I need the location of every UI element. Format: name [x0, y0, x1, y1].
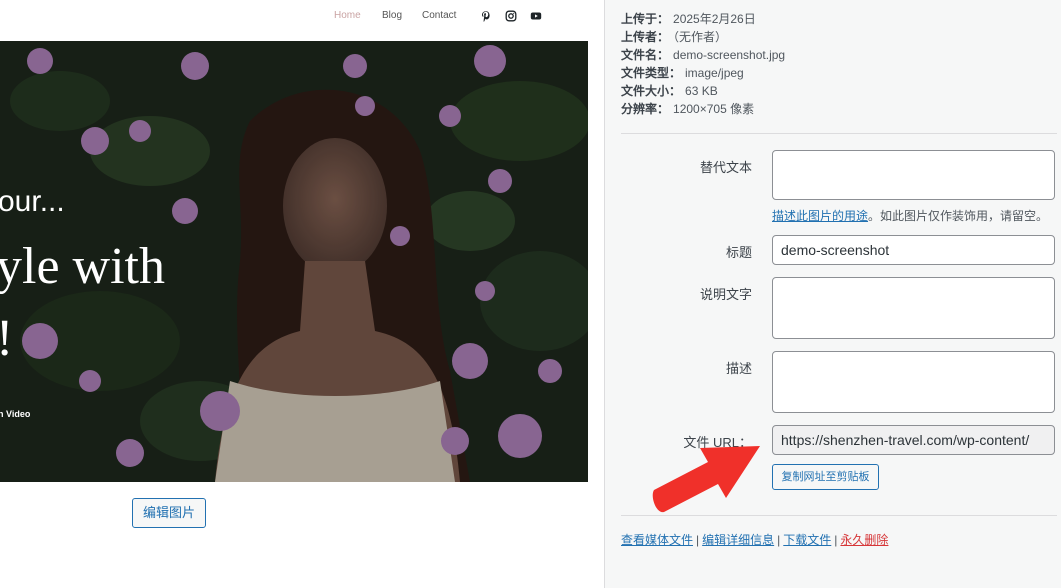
meta-file-size: 文件大小： 63 KB	[621, 82, 785, 100]
meta-dimensions-label: 分辨率：	[621, 102, 670, 116]
meta-file-name: 文件名： demo-screenshot.jpg	[621, 46, 785, 64]
edit-details-link[interactable]: 编辑详细信息	[702, 533, 774, 547]
meta-uploaded-by-value: （无作者）	[673, 30, 728, 44]
meta-file-type-value: image/jpeg	[685, 66, 744, 80]
image-preview-pane: Home Blog Contact our... yle with n Vide…	[0, 0, 604, 588]
meta-uploaded-by-label: 上传者：	[621, 30, 670, 44]
pinterest-icon[interactable]	[480, 10, 492, 22]
hero-video-link: n Video	[0, 409, 31, 419]
nav-link-contact[interactable]: Contact	[422, 10, 456, 21]
meta-uploaded-on-value: 2025年2月26日	[673, 12, 756, 26]
caption-label: 说明文字	[699, 287, 752, 302]
meta-file-name-label: 文件名：	[621, 48, 670, 62]
separator: |	[777, 533, 781, 547]
nav-link-blog[interactable]: Blog	[382, 10, 402, 21]
meta-file-size-label: 文件大小：	[621, 84, 682, 98]
meta-uploaded-by: 上传者： （无作者）	[621, 28, 785, 46]
title-label: 标题	[725, 245, 752, 260]
copy-url-button[interactable]: 复制网址至剪贴板	[772, 464, 879, 490]
annotation-arrow-icon	[652, 446, 760, 513]
meta-file-type-label: 文件类型：	[621, 66, 682, 80]
attachment-actions: 查看媒体文件 | 编辑详细信息 | 下载文件 | 永久删除	[621, 531, 888, 548]
meta-uploaded-on: 上传于： 2025年2月26日	[621, 10, 785, 28]
meta-uploaded-on-label: 上传于：	[621, 12, 670, 26]
description-input[interactable]	[772, 351, 1055, 413]
meta-dimensions-value: 1200×705 像素	[673, 102, 755, 116]
view-media-link[interactable]: 查看媒体文件	[621, 533, 693, 547]
delete-permanently-link[interactable]: 永久删除	[840, 533, 888, 547]
caption-input[interactable]	[772, 277, 1055, 339]
edit-image-button[interactable]: 编辑图片	[132, 498, 206, 528]
instagram-icon[interactable]	[505, 10, 517, 22]
meta-file-type: 文件类型： image/jpeg	[621, 64, 785, 82]
youtube-icon[interactable]	[530, 10, 542, 22]
download-file-link[interactable]: 下载文件	[783, 533, 831, 547]
separator: |	[696, 533, 700, 547]
title-input[interactable]: demo-screenshot	[772, 235, 1055, 265]
description-label: 描述	[725, 361, 752, 376]
divider	[621, 515, 1057, 516]
hero-heading-line-2: yle with	[0, 238, 165, 295]
meta-file-size-value: 63 KB	[685, 84, 718, 98]
alt-text-help: 描述此图片的用途。如此图片仅作装饰用，请留空。	[772, 207, 1048, 224]
hero-heading-line-1: our...	[0, 185, 65, 218]
alt-text-input[interactable]	[772, 150, 1055, 200]
file-metadata: 上传于： 2025年2月26日 上传者： （无作者） 文件名： demo-screen…	[621, 10, 785, 118]
alt-text-help-text: 。如此图片仅作装饰用，请留空。	[868, 209, 1049, 223]
hero-heading-line-3: !	[0, 309, 13, 368]
alt-text-help-link[interactable]: 描述此图片的用途	[772, 209, 868, 223]
meta-file-name-value: demo-screenshot.jpg	[673, 48, 786, 62]
divider	[621, 133, 1057, 134]
file-url-input[interactable]: https://shenzhen-travel.com/wp-content/	[772, 425, 1055, 455]
nav-link-home[interactable]: Home	[334, 10, 361, 21]
alt-text-label: 替代文本	[699, 160, 752, 175]
hero-photo: our... yle with ! n Video	[0, 41, 588, 482]
separator: |	[834, 533, 838, 547]
meta-dimensions: 分辨率： 1200×705 像素	[621, 100, 785, 118]
site-navigation: Home Blog Contact	[0, 0, 604, 36]
